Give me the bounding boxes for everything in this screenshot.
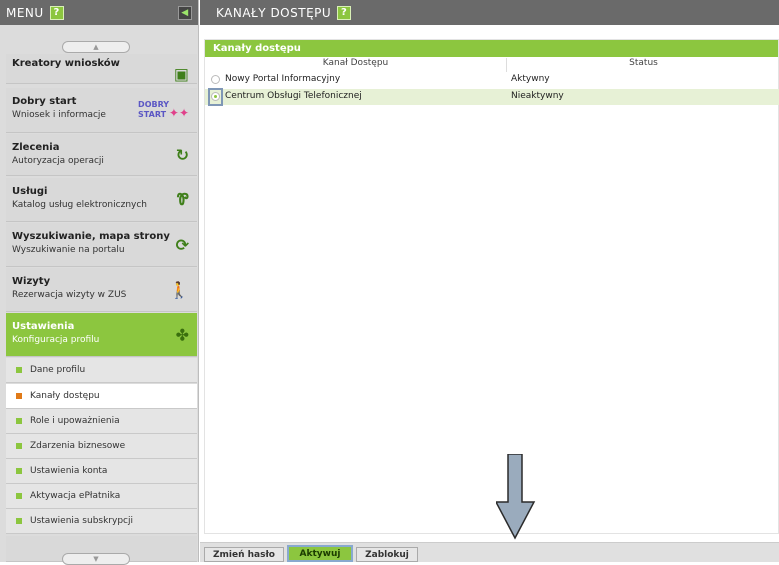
page-header: KANAŁY DOSTĘPU ?: [200, 0, 779, 25]
sub-item-aktywacja-eplatnika[interactable]: Aktywacja ePłatnika: [6, 484, 197, 509]
page-title: KANAŁY DOSTĘPU: [216, 5, 332, 20]
menu-item-zlecenia[interactable]: Zlecenia Autoryzacja operacji ↻: [6, 134, 197, 176]
bullet-icon: [16, 367, 22, 373]
menu-item-wizyty[interactable]: Wizyty Rezerwacja wizyty w ZUS 🚶: [6, 268, 197, 312]
focus-highlight: [208, 88, 223, 106]
sub-item-label: Aktywacja ePłatnika: [30, 491, 121, 501]
menu-item-ustawienia[interactable]: Ustawienia Konfiguracja profilu ✤: [6, 313, 197, 357]
activate-button[interactable]: Aktywuj: [287, 545, 353, 562]
walk-icon: 🚶: [169, 280, 189, 299]
access-channels-panel: Kanały dostępu Kanał Dostępu Status Nowy…: [204, 39, 779, 534]
down-arrow-indicator: [496, 454, 536, 540]
sub-item-label: Dane profilu: [30, 365, 86, 375]
change-password-button[interactable]: Zmień hasło: [204, 547, 284, 562]
table-row[interactable]: Nowy Portal Informacyjny Aktywny: [205, 72, 779, 88]
menu-item-subtitle: Katalog usług elektronicznych: [12, 200, 147, 210]
collapse-menu-icon[interactable]: ◀: [178, 5, 192, 20]
puzzle-icon: ✤: [175, 325, 189, 344]
cell-status: Aktywny: [511, 74, 550, 84]
sub-item-kanaly-dostepu[interactable]: Kanały dostępu: [6, 384, 197, 409]
sub-item-ustawienia-konta[interactable]: Ustawienia konta: [6, 459, 197, 484]
menu-header: MENU ? ◀: [0, 0, 198, 25]
bullet-icon: [16, 418, 22, 424]
bullet-icon: [16, 468, 22, 474]
fork-icon: Ꮘ: [177, 189, 189, 209]
menu-item-title: Ustawienia: [12, 321, 75, 332]
column-header-status[interactable]: Status: [507, 58, 779, 72]
sub-item-label: Kanały dostępu: [30, 391, 100, 401]
refresh-icon: ↻: [175, 145, 189, 164]
sub-item-label: Zdarzenia biznesowe: [30, 441, 126, 451]
sub-item-zdarzenia[interactable]: Zdarzenia biznesowe: [6, 434, 197, 459]
menu-item-subtitle: Autoryzacja operacji: [12, 156, 104, 166]
table-row[interactable]: Centrum Obsługi Telefonicznej Nieaktywny: [205, 88, 779, 106]
left-menu: MENU ? ◀ ▲ Kreatory wniosków ▣ Dobry sta…: [0, 0, 199, 565]
menu-item-title: Wizyty: [12, 276, 51, 287]
button-bar: Zmień hasło Aktywuj Zablokuj: [200, 542, 779, 562]
scroll-up-button[interactable]: ▲: [62, 41, 130, 53]
panel-title: Kanały dostępu: [205, 40, 778, 57]
sync-icon: ⟳: [175, 235, 189, 254]
bullet-icon: [16, 443, 22, 449]
help-icon[interactable]: ?: [49, 5, 64, 20]
scroll-down-button[interactable]: ▼: [62, 553, 130, 565]
menu-item-subtitle: Wyszukiwanie na portalu: [12, 245, 125, 255]
menu-item-title: Kreatory wniosków: [12, 58, 120, 69]
menu-item-kreatory[interactable]: Kreatory wniosków ▣: [6, 54, 197, 84]
column-header-kanal[interactable]: Kanał Dostępu: [205, 58, 507, 72]
cell-channel: Centrum Obsługi Telefonicznej: [225, 91, 362, 101]
cell-channel: Nowy Portal Informacyjny: [225, 74, 341, 84]
menu-item-subtitle: Konfiguracja profilu: [12, 335, 100, 345]
menu-item-subtitle: Rezerwacja wizyty w ZUS: [12, 290, 127, 300]
main-area: KANAŁY DOSTĘPU ? Kanały dostępu Kanał Do…: [200, 0, 779, 562]
sub-item-label: Role i upoważnienia: [30, 416, 120, 426]
bullet-icon: [16, 493, 22, 499]
sub-item-dane-profilu[interactable]: Dane profilu: [6, 358, 197, 383]
sub-item-role[interactable]: Role i upoważnienia: [6, 409, 197, 434]
sub-item-subskrypcje[interactable]: Ustawienia subskrypcji: [6, 509, 197, 534]
block-button[interactable]: Zablokuj: [356, 547, 418, 562]
menu-item-title: Zlecenia: [12, 142, 60, 153]
cell-status: Nieaktywny: [511, 91, 564, 101]
menu-item-title: Usługi: [12, 186, 48, 197]
menu-item-uslugi[interactable]: Usługi Katalog usług elektronicznych Ꮘ: [6, 178, 197, 222]
form-icon: ▣: [173, 64, 189, 84]
menu-item-wyszukiwanie[interactable]: Wyszukiwanie, mapa strony Wyszukiwanie n…: [6, 223, 197, 267]
bullet-icon: [16, 393, 22, 399]
help-icon[interactable]: ?: [337, 5, 352, 20]
sub-item-label: Ustawienia konta: [30, 466, 108, 476]
row-radio[interactable]: [211, 75, 220, 84]
menu-item-title: Wyszukiwanie, mapa strony: [12, 231, 170, 242]
bullet-icon: [16, 518, 22, 524]
menu-item-dobry-start[interactable]: Dobry start Wniosek i informacje DOBRY ST…: [6, 88, 197, 133]
menu-title: MENU: [6, 5, 44, 20]
sub-item-label: Ustawienia subskrypcji: [30, 516, 133, 526]
dobry-start-logo: DOBRY START ✦✦: [138, 100, 189, 120]
arrow-shape: [496, 454, 536, 540]
